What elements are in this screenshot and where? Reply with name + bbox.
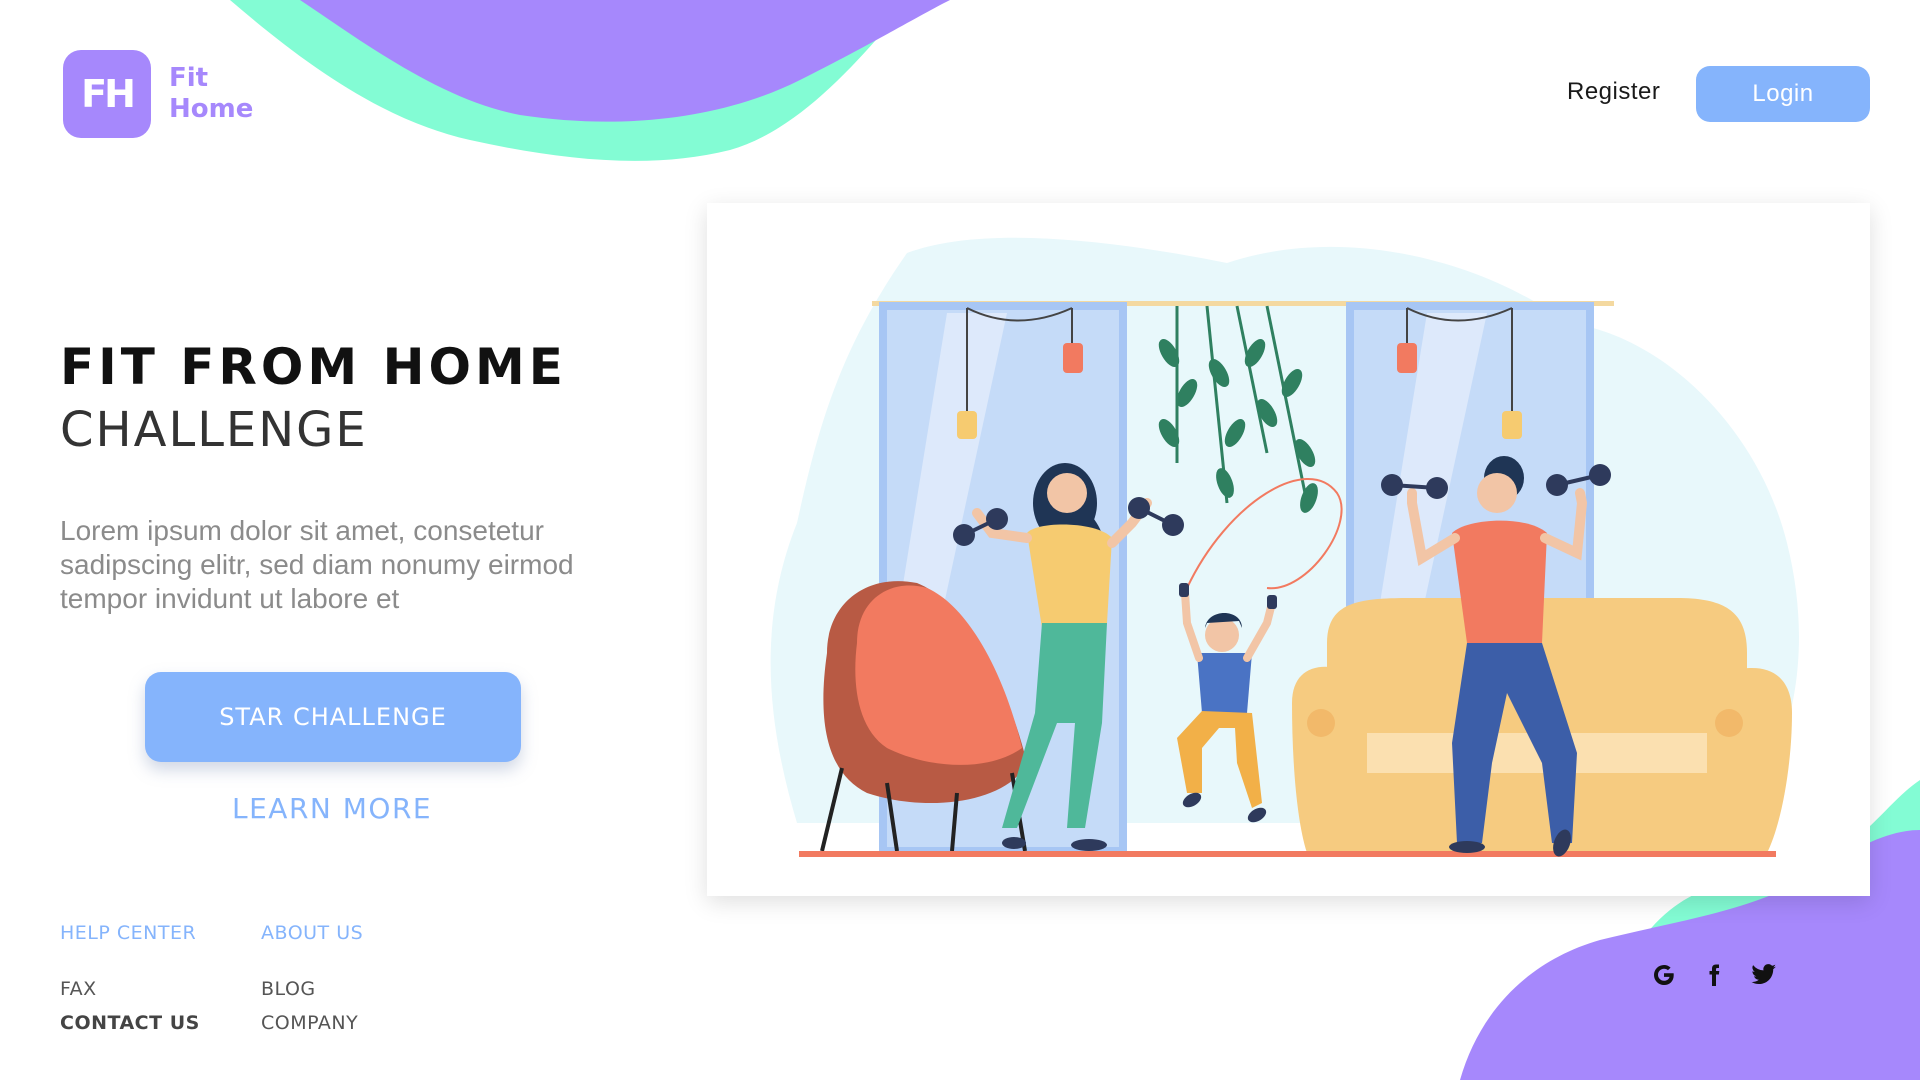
- facebook-icon[interactable]: [1701, 962, 1727, 988]
- start-challenge-button[interactable]: STAR CHALLENGE: [145, 672, 521, 762]
- social-links: [1651, 962, 1777, 988]
- learn-more-link[interactable]: LEARN MORE: [232, 792, 432, 825]
- hero-title: FIT FROM HOME: [60, 338, 567, 396]
- footer-link-contact-us[interactable]: CONTACT US: [60, 1006, 200, 1040]
- footer-link-company[interactable]: COMPANY: [261, 1006, 363, 1040]
- footer-heading-about-us[interactable]: ABOUT US: [261, 922, 363, 944]
- brand-logo[interactable]: FH Fit Home: [63, 50, 253, 138]
- logo-mark: FH: [63, 50, 151, 138]
- google-icon[interactable]: [1651, 962, 1677, 988]
- footer-column-help: HELP CENTER FAX CONTACT US: [60, 922, 200, 1040]
- login-button[interactable]: Login: [1696, 66, 1870, 122]
- hero-description: Lorem ipsum dolor sit amet, consetetur s…: [60, 515, 574, 614]
- logo-name-line1: Fit: [169, 63, 209, 93]
- footer-link-fax[interactable]: FAX: [60, 972, 200, 1006]
- logo-name-line2: Home: [169, 94, 254, 124]
- twitter-icon[interactable]: [1751, 962, 1777, 988]
- footer-column-about: ABOUT US BLOG COMPANY: [261, 922, 363, 1040]
- logo-initials: FH: [81, 72, 136, 116]
- logo-wordmark: Fit Home: [169, 63, 253, 125]
- hero-illustration-card: [707, 203, 1870, 896]
- hero-subtitle: CHALLENGE: [60, 402, 368, 458]
- footer-heading-help-center[interactable]: HELP CENTER: [60, 922, 200, 944]
- register-link[interactable]: Register: [1567, 78, 1660, 106]
- footer-link-blog[interactable]: BLOG: [261, 972, 363, 1006]
- family-workout-illustration: [770, 237, 1799, 857]
